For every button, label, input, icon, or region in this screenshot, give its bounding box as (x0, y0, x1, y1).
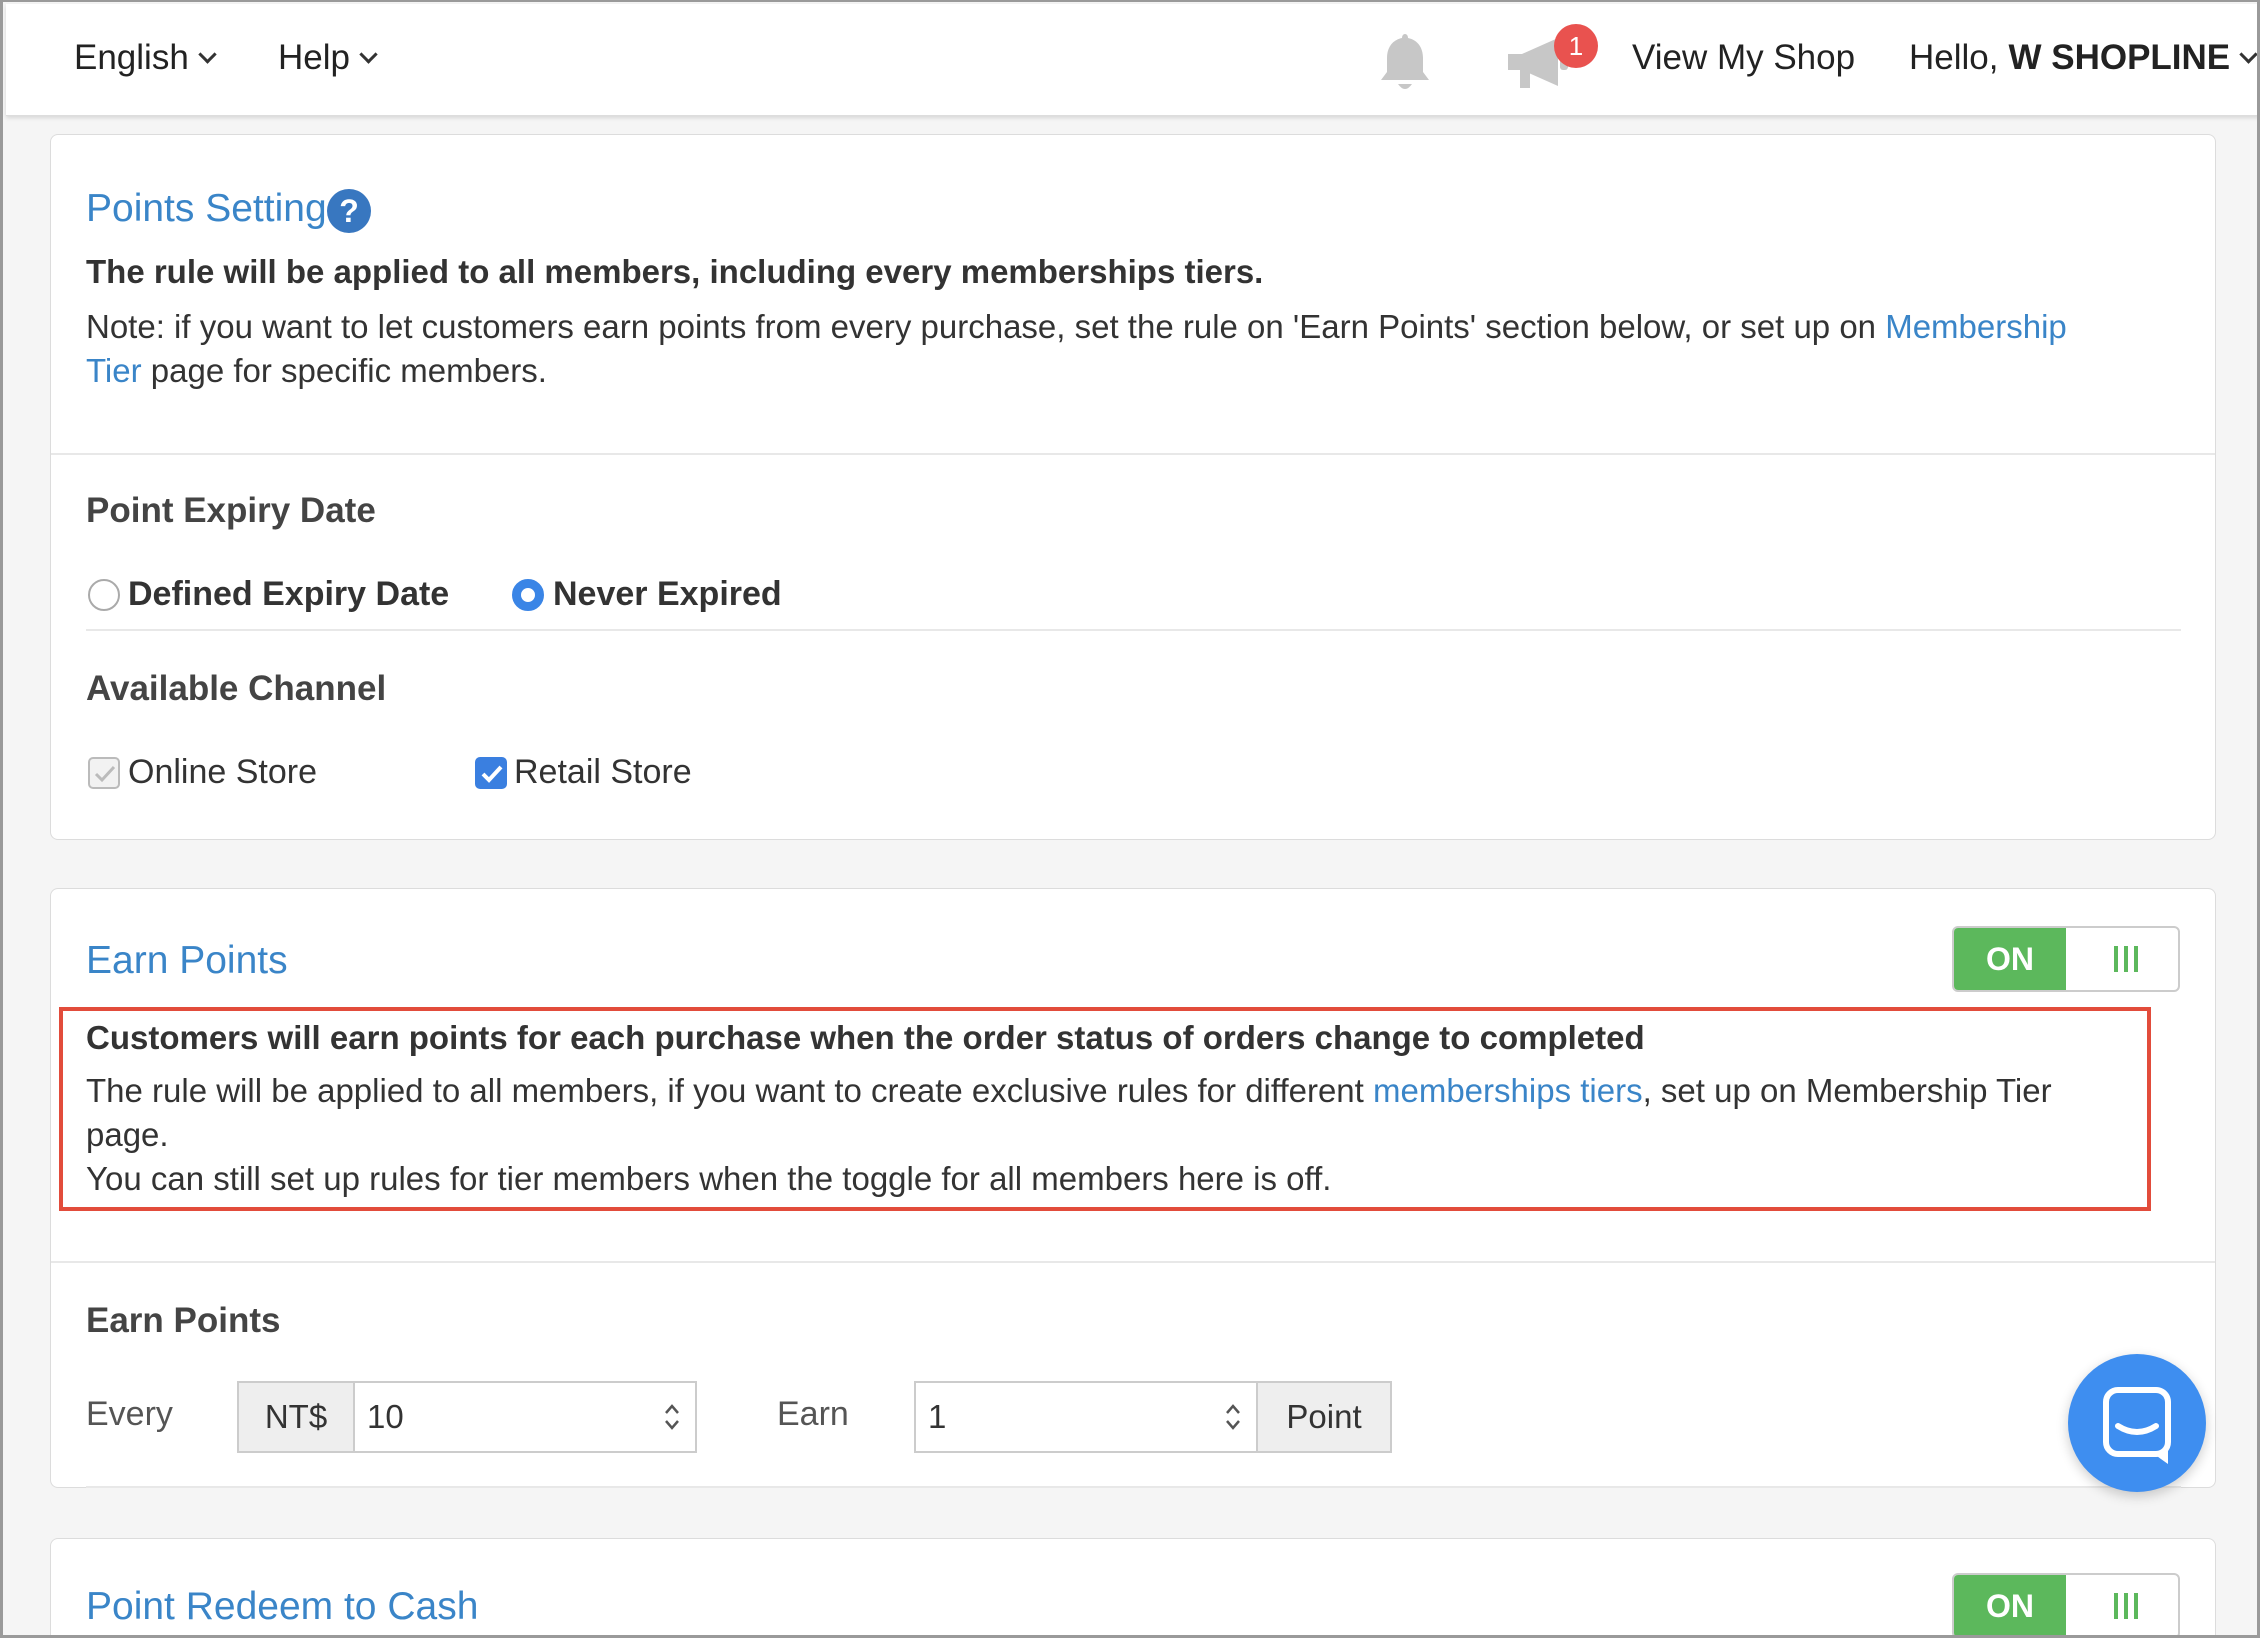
points-input[interactable]: 1 (914, 1381, 1258, 1453)
earn-points-toggle[interactable]: ON (1952, 926, 2180, 992)
point-redeem-toggle[interactable]: ON (1952, 1573, 2180, 1635)
view-my-shop-link[interactable]: View My Shop (1632, 4, 1855, 112)
user-menu-dropdown[interactable]: Hello, W SHOPLINE (1909, 4, 2257, 112)
highlight-annotation-box (59, 1007, 2151, 1211)
note-prefix: Note: if you want to let customers earn … (86, 308, 1886, 345)
section-divider (86, 629, 2181, 631)
chevron-down-icon (2239, 44, 2257, 64)
chat-launcher-button[interactable] (2068, 1354, 2206, 1492)
never-expired-radio[interactable] (512, 579, 544, 611)
point-redeem-card: Point Redeem to Cash ON (50, 1538, 2216, 1635)
section-divider (86, 1486, 2181, 1488)
bell-icon[interactable] (1374, 30, 1436, 94)
toggle-on-label: ON (1954, 928, 2066, 990)
section-divider (51, 453, 2215, 455)
toggle-grip-icon (2114, 1593, 2138, 1619)
defined-expiry-label: Defined Expiry Date (128, 575, 450, 613)
stepper-icon[interactable] (663, 1397, 681, 1437)
earn-label: Earn (777, 1395, 849, 1433)
language-label: English (74, 38, 189, 77)
view-my-shop-label: View My Shop (1632, 38, 1856, 77)
chat-icon (2103, 1387, 2171, 1464)
defined-expiry-radio[interactable] (88, 579, 120, 611)
membership-tier-link-cont[interactable]: Tier (86, 352, 142, 389)
top-navigation-bar: English Help 1 View My Shop Hello, W SHO… (6, 4, 2257, 116)
note-suffix: page for specific members. (141, 352, 547, 389)
toggle-on-label: ON (1954, 1575, 2066, 1635)
never-expired-label: Never Expired (553, 575, 782, 613)
chevron-down-icon (198, 44, 217, 64)
points-note: Note: if you want to let customers earn … (86, 305, 2186, 393)
point-expiry-label: Point Expiry Date (86, 491, 376, 530)
help-label: Help (278, 38, 350, 77)
online-store-label: Online Store (128, 753, 317, 791)
app-window: English Help 1 View My Shop Hello, W SHO… (0, 0, 2260, 1638)
greeting-text: Hello, (1909, 38, 1999, 77)
point-unit-addon: Point (1256, 1381, 1392, 1453)
stepper-icon[interactable] (1224, 1397, 1242, 1437)
online-store-checkbox[interactable] (88, 757, 120, 789)
amount-input[interactable]: 10 (353, 1381, 697, 1453)
question-mark-icon[interactable]: ? (327, 189, 371, 233)
help-dropdown[interactable]: Help (278, 4, 378, 112)
retail-store-checkbox[interactable] (475, 757, 507, 789)
retail-store-label: Retail Store (514, 753, 692, 791)
point-redeem-title: Point Redeem to Cash (86, 1585, 479, 1628)
points-setting-title: Points Setting (86, 187, 327, 230)
points-value: 1 (928, 1398, 947, 1435)
currency-addon: NT$ (237, 1381, 355, 1453)
amount-value: 10 (367, 1398, 404, 1435)
earn-points-title: Earn Points (86, 939, 288, 982)
section-divider (51, 1261, 2215, 1263)
language-dropdown[interactable]: English (74, 4, 217, 112)
membership-tier-link[interactable]: Membership (1885, 308, 2067, 345)
earn-points-section-label: Earn Points (86, 1301, 281, 1340)
user-name: W SHOPLINE (2008, 38, 2231, 77)
toggle-grip-icon (2114, 946, 2138, 972)
notification-badge: 1 (1554, 24, 1598, 68)
points-setting-card: Points Setting ? The rule will be applie… (50, 134, 2216, 840)
available-channel-label: Available Channel (86, 669, 387, 708)
chevron-down-icon (359, 44, 378, 64)
every-label: Every (86, 1395, 173, 1433)
points-rule-text: The rule will be applied to all members,… (86, 253, 1264, 290)
